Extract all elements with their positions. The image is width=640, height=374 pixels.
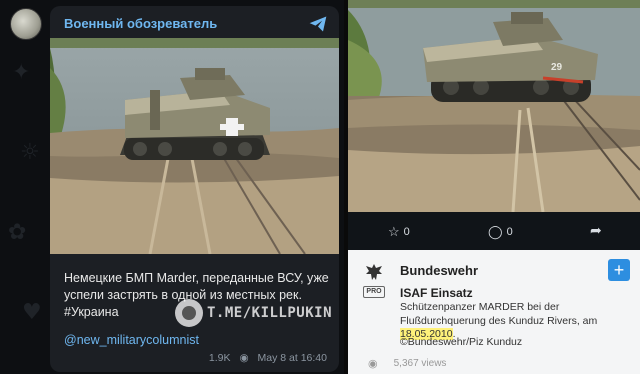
watermark-logo [175,299,203,327]
post-action-bar: ☆ 0 ◯ 0 ➦ [348,212,640,250]
eye-icon: ◉ [368,358,378,370]
watermark-text: T.ME/KILLPUKIN [207,305,333,321]
eye-icon: ◉ [239,352,249,364]
doodle-icon: ☼ [20,140,40,165]
share-button[interactable]: ➦ [590,222,602,239]
channel-name[interactable]: Военный обозреватель [64,16,217,31]
comment-count: 0 [506,226,513,238]
like-button[interactable]: ☆ 0 [388,224,410,240]
desc-text: Schützenpanzer MARDER bei der Flußdurchq… [400,301,598,327]
post-title: ISAF Einsatz [400,286,473,300]
like-count: 0 [403,226,410,238]
channel-avatar[interactable] [10,8,42,40]
doodle-icon: ♥ [22,300,42,325]
tank-river-photo-closeup: 29 [348,0,640,212]
comment-button[interactable]: ◯ 0 [488,224,513,240]
follow-plus-button[interactable]: + [608,259,630,281]
tank-river-photo [50,38,339,254]
star-icon: ☆ [388,224,400,239]
bundeswehr-eagle-icon [364,262,384,282]
screenshot-root: ✦ ☼ ✿ ♥ Военный обозреватель Немецкие БМ… [0,0,640,374]
channel-link[interactable]: @new_military​columnist [64,333,199,347]
account-name[interactable]: Bundeswehr [400,263,478,278]
doodle-icon: ✿ [8,220,27,245]
post-photo[interactable] [50,38,339,254]
comment-icon: ◯ [488,224,503,239]
watermark: T.ME/KILLPUKIN [175,296,332,330]
share-icon: ➦ [590,222,602,238]
post-meta: 1.9K ◉ May 8 at 16:40 [203,352,327,364]
doodle-icon: ✦ [12,60,31,85]
photo-credit: ©Bundeswehr/Piz Kunduz [400,336,523,348]
svg-text:29: 29 [551,62,563,73]
post-photo[interactable]: 29 [348,0,640,212]
views-row: ◉ 5,367 views [368,357,446,370]
views-count: 1.9K [208,352,231,364]
post-date: May 8 at 16:40 [257,352,327,364]
views-count: 5,367 views [393,358,447,369]
bundeswehr-post: 29 ☆ 0 ◯ 0 ➦ Bundeswehr + PRO ISAF Einsa… [348,0,640,374]
telegram-share-icon[interactable] [307,14,329,36]
pro-badge: PRO [363,286,385,298]
post-details: Bundeswehr + PRO ISAF Einsatz Schützenpa… [348,250,640,374]
